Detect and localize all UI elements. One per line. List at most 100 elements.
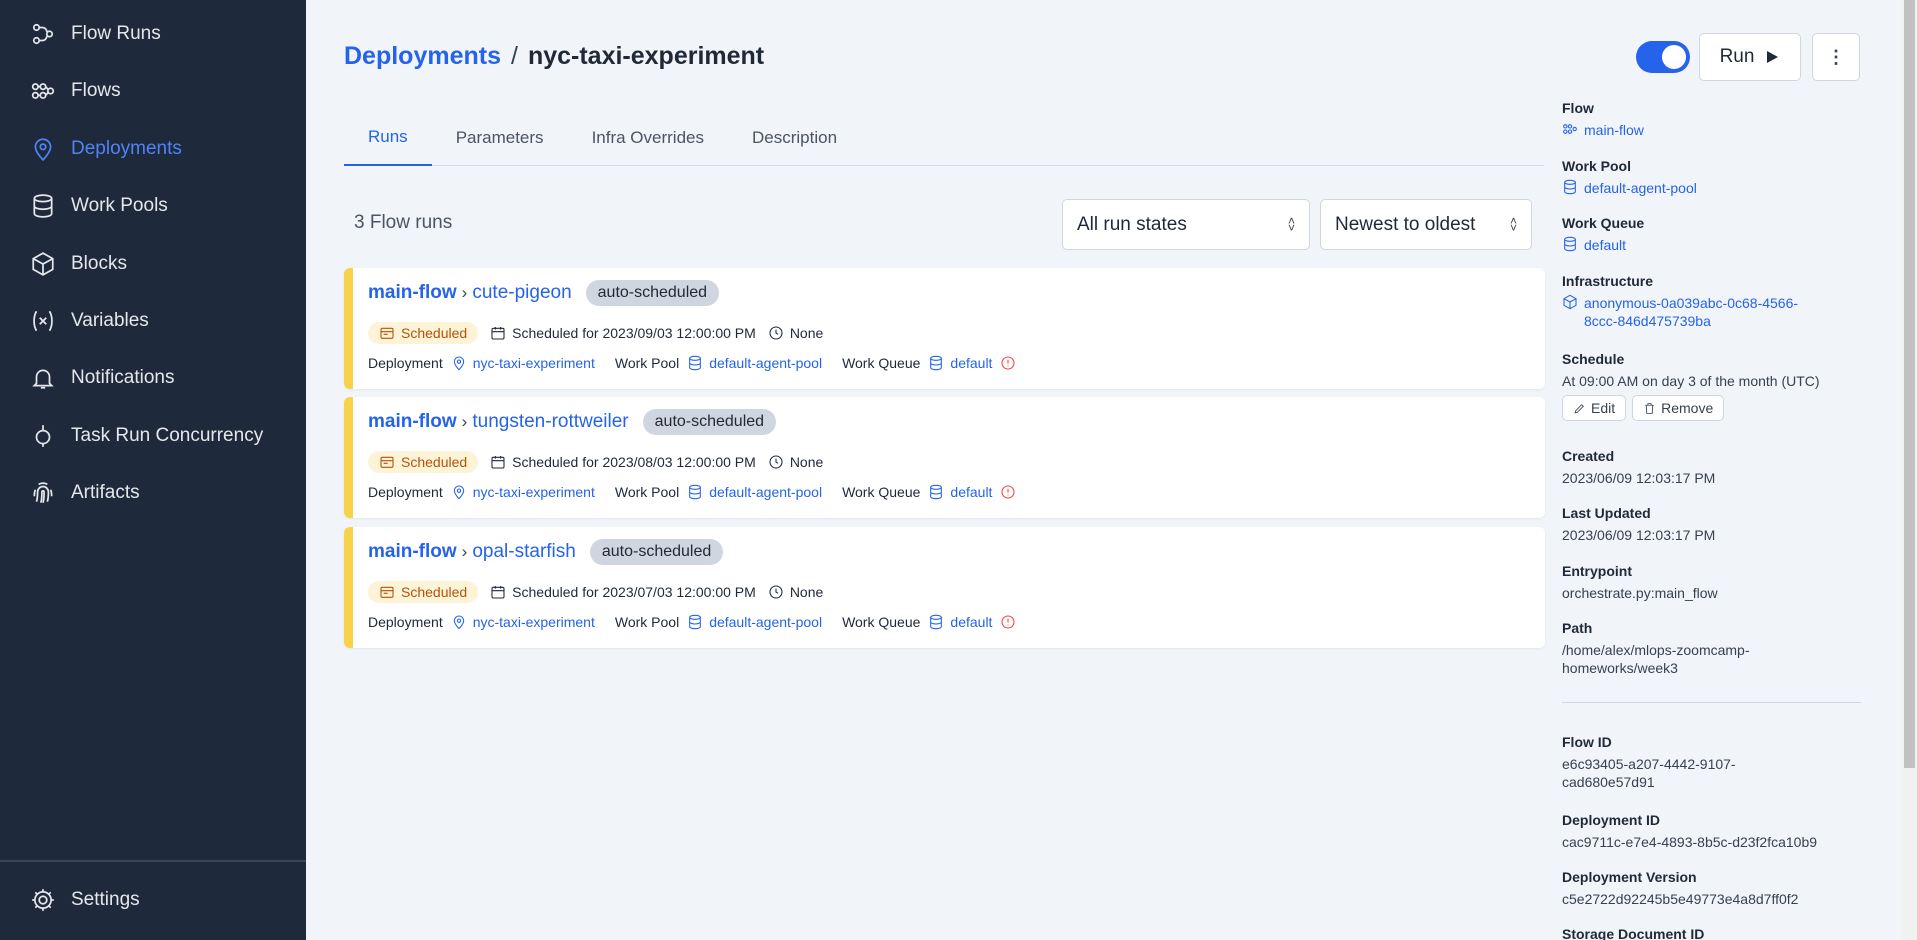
tab-runs[interactable]: Runs [344, 110, 432, 166]
run-button[interactable]: Run [1699, 33, 1801, 81]
concurrency-icon [28, 421, 58, 451]
infrastructure-name-line2: 8ccc-846d475739ba [1584, 313, 1711, 329]
detail-infrastructure: Infrastructure anonymous-0a039abc-0c68-4… [1562, 273, 1798, 330]
scheduled-label: Scheduled for 2023/08/03 12:00:00 PM [512, 454, 756, 470]
detail-flow: Flow main-flow [1562, 100, 1644, 139]
detail-label: Work Pool [1562, 158, 1631, 174]
duration: None [768, 584, 823, 600]
details-divider [1562, 702, 1861, 703]
state-badge: Scheduled [368, 322, 479, 344]
work-pool-link[interactable]: default-agent-pool [687, 355, 822, 371]
infrastructure-name-line1: anonymous-0a039abc-0c68-4566- [1584, 295, 1799, 311]
deployment-link-label: nyc-taxi-experiment [472, 484, 595, 500]
tab-infra-overrides[interactable]: Infra Overrides [568, 110, 728, 166]
sidebar-item-flows[interactable]: Flows [0, 67, 306, 115]
detail-label: Created [1562, 448, 1615, 464]
sidebar-divider [0, 860, 306, 862]
sidebar-item-label: Task Run Concurrency [71, 425, 264, 446]
calendar-icon [380, 456, 394, 468]
flow-id-line1: e6c93405-a207-4442-9107- [1562, 756, 1736, 772]
work-pool-link[interactable]: default-agent-pool [1562, 179, 1697, 197]
detail-last-updated: Last Updated 2023/06/09 12:03:17 PM [1562, 505, 1715, 544]
map-pin-icon [453, 356, 464, 371]
work-queue-link-label: default [1584, 237, 1627, 253]
database-icon [930, 355, 943, 371]
play-icon [1767, 51, 1779, 63]
detail-label: Flow ID [1562, 734, 1612, 750]
work-queue-link[interactable]: default [928, 484, 992, 500]
chevron-right-icon: › [461, 542, 468, 561]
work-pool-link[interactable]: default-agent-pool [687, 484, 822, 500]
deployment-link[interactable]: nyc-taxi-experiment [451, 355, 595, 371]
more-options-button[interactable]: ⋮ [1812, 33, 1860, 81]
flow-name-link[interactable]: main-flow [368, 541, 457, 563]
work-queue-link[interactable]: default [1562, 236, 1644, 254]
breadcrumb-separator: / [510, 42, 518, 70]
tab-description[interactable]: Description [728, 110, 861, 166]
work-queue-link-label: default [950, 355, 993, 371]
clock-icon [769, 585, 783, 599]
infrastructure-link[interactable]: anonymous-0a039abc-0c68-4566- 8ccc-846d47… [1562, 294, 1798, 330]
sidebar-item-variables[interactable]: Variables [0, 297, 306, 345]
duration-label: None [789, 454, 824, 470]
scrollbar-thumb[interactable] [1904, 0, 1915, 768]
flow-run-name-link[interactable]: tungsten-rottweiler [472, 411, 628, 433]
duration-label: None [789, 325, 824, 341]
flow-link[interactable]: main-flow [1562, 121, 1644, 139]
breadcrumb-deployments-link[interactable]: Deployments [344, 42, 501, 71]
remove-schedule-button[interactable]: Remove [1632, 395, 1725, 421]
run-state-filter[interactable]: All run states ˄ ˅ [1062, 199, 1310, 250]
alert-circle-icon [1001, 356, 1015, 370]
edit-schedule-button[interactable]: Edit [1562, 395, 1627, 421]
work-queue-link-label: default [950, 614, 993, 630]
sidebar-item-flow-runs[interactable]: Flow Runs [0, 10, 306, 58]
work-queue-link[interactable]: default [928, 355, 992, 371]
clock-icon [769, 326, 783, 340]
database-icon [1564, 236, 1576, 252]
sidebar-item-blocks[interactable]: Blocks [0, 240, 306, 288]
map-pin-icon [28, 134, 58, 164]
work-pool-link-label: default-agent-pool [709, 484, 823, 500]
tab-parameters[interactable]: Parameters [432, 110, 568, 166]
detail-created: Created 2023/06/09 12:03:17 PM [1562, 448, 1715, 487]
trash-icon [1645, 402, 1654, 414]
flow-run-card: main-flow › tungsten-rottweiler auto-schedu… [344, 397, 1545, 518]
sidebar-item-artifacts[interactable]: Artifacts [0, 469, 306, 517]
flow-run-name-link[interactable]: cute-pigeon [472, 282, 571, 304]
sidebar-item-notifications[interactable]: Notifications [0, 354, 306, 402]
run-state-filter-value: All run states [1077, 213, 1187, 235]
deployment-link[interactable]: nyc-taxi-experiment [451, 614, 595, 630]
sidebar-item-task-run-concurrency[interactable]: Task Run Concurrency [0, 412, 306, 460]
calendar-icon [380, 327, 394, 339]
database-icon [28, 191, 58, 221]
tab-bar: Runs Parameters Infra Overrides Descript… [344, 110, 1544, 166]
work-queue-link[interactable]: default [928, 614, 992, 630]
scrollbar[interactable] [1902, 0, 1917, 940]
sidebar-item-settings[interactable]: Settings [0, 876, 306, 924]
created-value: 2023/06/09 12:03:17 PM [1562, 470, 1716, 486]
bell-icon [28, 363, 58, 393]
database-icon [689, 484, 702, 500]
deployment-link[interactable]: nyc-taxi-experiment [451, 484, 595, 500]
schedule-toggle[interactable] [1636, 41, 1690, 73]
path-value-line2: homeworks/week3 [1562, 660, 1678, 676]
deployment-link-label: nyc-taxi-experiment [472, 355, 595, 371]
sort-select[interactable]: Newest to oldest ˄ ˅ [1320, 199, 1532, 250]
flow-name-link[interactable]: main-flow [368, 282, 457, 304]
work-pool-label: Work Pool [614, 484, 680, 500]
detail-flow-id: Flow ID e6c93405-a207-4442-9107- cad680e5… [1562, 734, 1736, 791]
work-pool-link[interactable]: default-agent-pool [687, 614, 822, 630]
flow-run-name-link[interactable]: opal-starfish [472, 541, 576, 563]
main-content: Deployments / nyc-taxi-experiment Run ⋮ … [306, 0, 1917, 940]
variable-icon [28, 306, 58, 336]
sidebar-item-deployments[interactable]: Deployments [0, 125, 306, 173]
deployment-link-label: nyc-taxi-experiment [472, 614, 595, 630]
sidebar-item-work-pools[interactable]: Work Pools [0, 182, 306, 230]
alert-circle-icon [1001, 485, 1015, 499]
flow-name-link[interactable]: main-flow [368, 411, 457, 433]
deployment-label: Deployment [368, 484, 443, 500]
state-label: Scheduled [401, 454, 468, 470]
edit-label: Edit [1591, 400, 1616, 416]
pencil-icon [1574, 403, 1584, 413]
updated-value: 2023/06/09 12:03:17 PM [1562, 527, 1716, 543]
